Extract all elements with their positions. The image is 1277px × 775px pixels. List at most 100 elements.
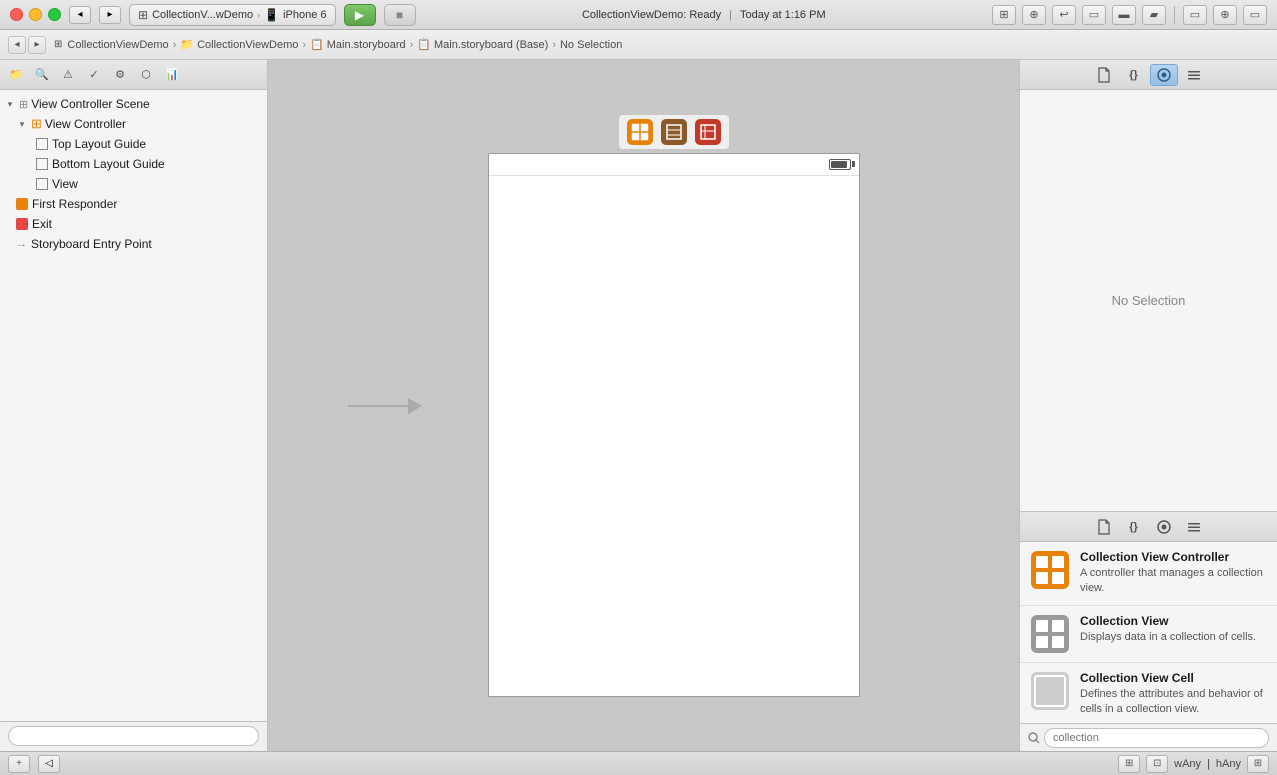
breadcrumb-item-selection[interactable]: No Selection: [560, 39, 622, 51]
navigator-search-input[interactable]: [8, 726, 259, 746]
storyboard-icon-1: 📋: [310, 38, 324, 51]
tree-scene-item[interactable]: ▾ ⊞ View Controller Scene: [0, 94, 267, 114]
navigate-back-button[interactable]: ◁: [38, 755, 60, 773]
nav-tab-folder[interactable]: 📁: [4, 64, 28, 86]
controller-disclosure[interactable]: ▾: [16, 118, 28, 130]
view-label: View: [52, 177, 78, 191]
zoom-scale-button[interactable]: ⊡: [1146, 755, 1168, 773]
stop-button[interactable]: ■: [384, 4, 416, 26]
controller-icon: ⊞: [31, 116, 42, 132]
tree-exit-item[interactable]: Exit: [0, 214, 267, 234]
scheme-selector[interactable]: ⊞ CollectionV...wDemo › 📱 iPhone 6: [129, 4, 336, 26]
inspector-panel: {} No Selection: [1019, 60, 1277, 751]
nav-tab-search[interactable]: 🔍: [30, 64, 54, 86]
tree-first-responder-item[interactable]: First Responder: [0, 194, 267, 214]
file-tab-icon: [1097, 67, 1111, 83]
hide-debug-button[interactable]: ⊕: [1213, 5, 1237, 25]
navigator-content: ▾ ⊞ View Controller Scene ▾ ⊞ View Contr…: [0, 90, 267, 721]
divider: [1174, 6, 1175, 24]
top-layout-icon: [36, 138, 48, 150]
lib-text-1: Collection View Displays data in a colle…: [1080, 614, 1267, 645]
breadcrumb-sep-2: ›: [302, 39, 306, 51]
breadcrumb-item-storyboard2[interactable]: 📋 Main.storyboard (Base): [417, 38, 548, 51]
library-tab-file[interactable]: [1090, 516, 1118, 538]
inspector-tab-identity[interactable]: [1150, 64, 1178, 86]
library-item-0[interactable]: Collection View Controller A controller …: [1020, 542, 1277, 606]
editor-assistant-button[interactable]: ▬: [1112, 5, 1136, 25]
device-icon: 📱: [264, 8, 279, 22]
breadcrumb-back-button[interactable]: ◂: [8, 36, 26, 54]
stop-icon: ■: [396, 8, 403, 22]
collection-view-controller-icon: [631, 123, 649, 141]
lib-desc-0: A controller that manages a collection v…: [1080, 566, 1267, 597]
iphone-scene: [488, 115, 860, 697]
lib-title-0: Collection View Controller: [1080, 550, 1267, 564]
breadcrumb-forward-button[interactable]: ▸: [28, 36, 46, 54]
library-tab-code[interactable]: {}: [1120, 516, 1148, 538]
w-size-class: wAny: [1174, 758, 1201, 770]
zoom-fit-button[interactable]: ⊞: [1118, 755, 1140, 773]
nav-next-button[interactable]: ▸: [99, 6, 121, 24]
minimize-button[interactable]: [29, 8, 42, 21]
tree-entry-point-item[interactable]: → Storyboard Entry Point: [0, 234, 267, 254]
arrow-head: [408, 398, 422, 414]
editor-standard-button[interactable]: ▭: [1082, 5, 1106, 25]
canvas-area[interactable]: [268, 60, 1019, 751]
library-search-bar: [1020, 723, 1277, 751]
bottom-layout-label: Bottom Layout Guide: [52, 157, 165, 171]
tree-controller-item[interactable]: ▾ ⊞ View Controller: [0, 114, 267, 134]
add-button[interactable]: ↩: [1052, 5, 1076, 25]
tree-top-layout-item[interactable]: Top Layout Guide: [0, 134, 267, 154]
status-separator: |: [729, 9, 732, 21]
lib-title-1: Collection View: [1080, 614, 1267, 628]
run-icon: ▶: [355, 8, 364, 22]
nav-prev-button[interactable]: ◂: [69, 6, 91, 24]
nav-tab-report[interactable]: 📊: [160, 64, 184, 86]
library-tab-circle[interactable]: [1150, 516, 1178, 538]
library-tab-list[interactable]: [1180, 516, 1208, 538]
library-button[interactable]: ⊕: [1022, 5, 1046, 25]
titlebar-right: ⊞ ⊕ ↩ ▭ ▬ ▰ ▭ ⊕ ▭: [992, 5, 1267, 25]
breadcrumb-item-storyboard1[interactable]: 📋 Main.storyboard: [310, 38, 406, 51]
add-object-button[interactable]: +: [8, 755, 30, 773]
library-item-2[interactable]: Collection View Cell Defines the attribu…: [1020, 663, 1277, 723]
h-size-class: hAny: [1216, 758, 1241, 770]
tree-bottom-layout-item[interactable]: Bottom Layout Guide: [0, 154, 267, 174]
lib-circle-icon: [1157, 520, 1171, 534]
inspector-tab-attributes[interactable]: [1180, 64, 1208, 86]
size-class-button[interactable]: ⊞: [1247, 755, 1269, 773]
exit-icon: [16, 218, 28, 230]
navigator-search: [0, 721, 267, 751]
inspector-tab-quickhelp[interactable]: {}: [1120, 64, 1148, 86]
bottom-bar-left: + ◁: [8, 755, 60, 773]
breadcrumb-item-folder[interactable]: 📁 CollectionViewDemo: [180, 38, 298, 51]
nav-tab-warning[interactable]: ⚠: [56, 64, 80, 86]
editor-version-button[interactable]: ▰: [1142, 5, 1166, 25]
lib-list-icon: [1187, 520, 1201, 534]
nav-tab-debug[interactable]: ⚙: [108, 64, 132, 86]
nav-tab-test[interactable]: ✓: [82, 64, 106, 86]
inspector-library: {}: [1020, 511, 1277, 751]
hide-inspector-button[interactable]: ▭: [1243, 5, 1267, 25]
top-layout-label: Top Layout Guide: [52, 137, 146, 151]
scheme-separator: ›: [257, 10, 260, 20]
lib-icon-collection-view: [1030, 614, 1070, 654]
bottom-bar-right: ⊞ ⊡ wAny | hAny ⊞: [1118, 755, 1269, 773]
run-button[interactable]: ▶: [344, 4, 376, 26]
close-button[interactable]: [10, 8, 23, 21]
breadcrumb-sep-1: ›: [173, 39, 177, 51]
attributes-tab-icon: [1187, 68, 1201, 82]
maximize-button[interactable]: [48, 8, 61, 21]
scene-disclosure[interactable]: ▾: [4, 98, 16, 110]
library-item-1[interactable]: Collection View Displays data in a colle…: [1020, 606, 1277, 663]
hide-navigator-button[interactable]: ▭: [1183, 5, 1207, 25]
collection-view-svg: [1031, 615, 1069, 653]
library-search-input[interactable]: [1044, 728, 1269, 748]
breakpoint-button[interactable]: ⊞: [992, 5, 1016, 25]
scene-icon-3-svg: [699, 123, 717, 141]
breadcrumb-item-project[interactable]: ⊞ CollectionViewDemo: [54, 39, 169, 51]
breadcrumb-folder-label: CollectionViewDemo: [197, 39, 298, 51]
inspector-tab-file[interactable]: [1090, 64, 1118, 86]
tree-view-item[interactable]: View: [0, 174, 267, 194]
nav-tab-breakpoint[interactable]: ⬡: [134, 64, 158, 86]
